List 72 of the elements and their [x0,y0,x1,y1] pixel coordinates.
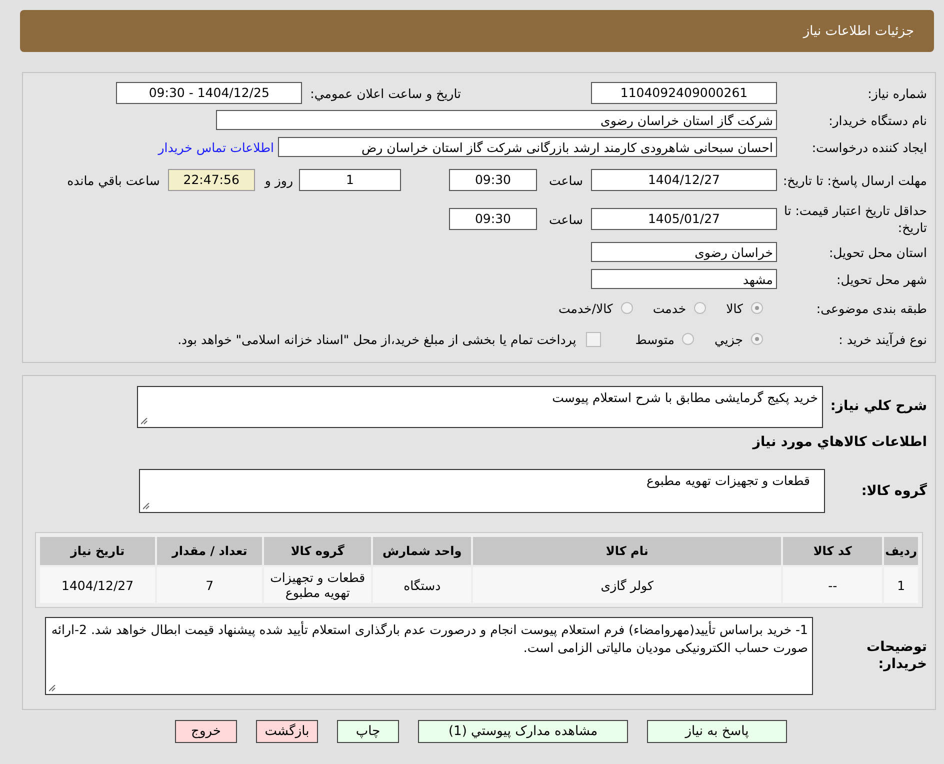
input-field[interactable]: 22:47:56 [168,169,255,191]
radio-button[interactable] [694,302,706,314]
option-label: متوسط [635,332,674,346]
button[interactable]: چاپ [337,720,399,743]
input-field[interactable]: 1404/12/27 [591,169,777,191]
table-cell: 1404/12/27 [40,567,156,603]
field-label: ساعت [548,172,583,188]
resize-grip-icon[interactable] [143,503,150,510]
table-cell: 1 [884,567,918,603]
table-cell: قطعات و تجهیزات تهویه مطبوع [264,567,372,603]
option-label: کالا/خدمت [558,300,613,316]
input-field[interactable]: 1104092409000261 [591,82,777,104]
column-header: واحد شمارش [373,537,472,565]
column-header: ردیف [884,537,918,565]
column-header: کد کالا [783,537,882,565]
column-header: نام کالا [473,537,782,565]
field-label: استان محل تحویل: [828,244,928,260]
input-field[interactable]: مشهد [591,269,777,289]
column-header: تعداد / مقدار [157,537,262,565]
field-label: تاریخ و ساعت اعلان عمومي: [310,86,461,100]
input-field[interactable]: شرکت گاز استان خراسان رضوی [216,110,777,130]
text-area-value: قطعات و تجهیزات تهویه مطبوع [646,473,810,488]
field-label: ساعت [548,212,583,226]
section-heading: اطلاعات کالاهاي مورد نياز [751,434,928,450]
text-area-value: خرید پکیج گرمایشی مطابق با شرح استعلام پیوست [552,390,818,405]
input-field[interactable]: 1404/12/25 - 09:30 [116,82,302,104]
resize-grip-icon[interactable] [141,418,148,425]
option-label: کالا [726,300,743,316]
field-label: گروه کالا: [860,482,928,500]
field-label: ساعت باقي مانده [67,172,160,188]
column-header: تاریخ نیاز [40,537,156,565]
radio-button[interactable] [620,302,633,314]
radio-button[interactable] [751,302,763,314]
button[interactable]: بازگشت [256,720,318,743]
resize-grip-icon[interactable] [49,685,56,692]
field-label: مهلت ارسال پاسخ: تا تاریخ: [782,172,928,188]
page-title: جزئیات اطلاعات نیاز [803,24,914,38]
field-label: حداقل تاریخ اعتبار قیمت: تا تاریخ: [782,202,928,236]
text-area[interactable]: قطعات و تجهیزات تهویه مطبوع [139,469,825,513]
field-label: روز و [264,172,293,188]
radio-button[interactable] [682,333,694,345]
text-area[interactable]: خرید پکیج گرمایشی مطابق با شرح استعلام پیوست [137,386,823,428]
field-label: شماره نیاز: [866,84,928,102]
option-label: پرداخت تمام یا بخشی از مبلغ خرید،از محل "اسناد خزانه اسلامی" خواهد بود. [178,332,576,346]
text-area[interactable]: 1- خرید براساس تأیید(مهروامضاء) فرم استعلام پیوست انجام و درصورت عدم بارگذاری استعلام تأیید شده پیشنهاد قیمت ابطال خواهد شد. 2-ارائه صورت حساب الکترونیکی مودیان مالیاتی الزامی است. [45,617,813,695]
column-header: گروه کالا [264,537,372,565]
radio-button[interactable] [751,333,763,345]
text-area-value: 1- خرید براساس تأیید(مهروامضاء) فرم استعلام پیوست انجام و درصورت عدم بارگذاری استعلام تأیید شده پیشنهاد قیمت ابطال خواهد شد. 2-ارائه صورت حساب الکترونیکی مودیان مالیاتی الزامی است. [51,622,808,655]
input-field[interactable]: 09:30 [448,169,537,191]
field-label: توضیحات خریدار: [866,639,928,673]
button[interactable]: خروج [175,720,237,743]
input-field[interactable]: احسان سبحانی شاهرودی کارمند ارشد بازرگانی شرکت گاز استان خراسان رض [278,137,777,157]
field-label: شهر محل تحویل: [836,270,928,288]
option-label: جزيي [714,332,743,346]
input-field[interactable]: 1 [298,169,401,191]
table-cell: -- [783,567,882,603]
field-label: شرح کلي نياز: [829,397,928,415]
input-field[interactable]: خراسان رضوی [591,242,777,262]
input-field[interactable]: 1405/01/27 [591,208,777,230]
button[interactable]: پاسخ به نیاز [647,720,787,743]
table-cell: دستگاه [373,567,472,603]
field-label: نام دستگاه خریدار: [828,112,928,128]
checkbox[interactable] [586,332,602,346]
table-cell: کولر گازی [473,567,782,603]
option-label: خدمت [652,300,686,316]
table-cell: 7 [157,567,262,603]
field-label: نوع فرآیند خرید : [838,330,928,348]
button[interactable]: مشاهده مدارک پیوستي (1) [418,720,628,743]
contact-link[interactable]: اطلاعات تماس خریدار [158,140,274,154]
input-field[interactable]: 09:30 [448,208,537,230]
field-label: ایجاد کننده درخواست: [810,138,928,156]
field-label: طبقه بندی موضوعی: [815,300,928,316]
